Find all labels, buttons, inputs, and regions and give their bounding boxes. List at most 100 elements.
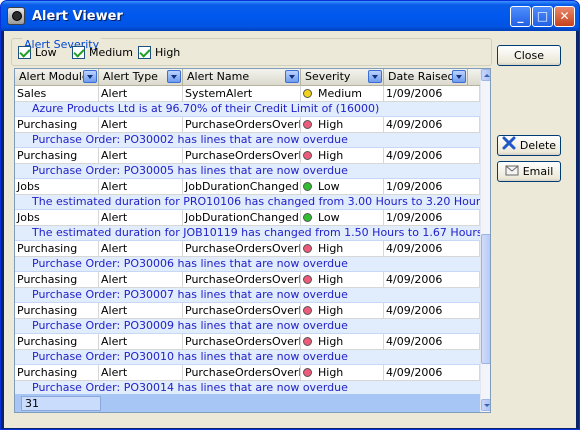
cell-severity: High <box>301 148 384 164</box>
table-row[interactable]: Jobs Alert JobDurationChanged Low 1/09/2006 T… <box>15 210 480 241</box>
chevron-down-icon[interactable] <box>368 70 382 83</box>
severity-label: Low <box>318 180 340 193</box>
column-header-label: Alert Name <box>187 70 250 83</box>
cell-alert-module: Sales <box>15 86 99 102</box>
table-row[interactable]: PurchasingAlertPurchaseOrdersOverDue High… <box>15 365 480 396</box>
alert-message: Purchase Order: PO30010 has lines that a… <box>15 350 480 365</box>
column-header-alert-module[interactable]: Alert Module <box>15 69 99 85</box>
cell-severity: Medium <box>301 86 384 102</box>
cell-date-raised: 4/09/2006 <box>384 241 480 257</box>
scroll-up-icon[interactable] <box>481 69 490 81</box>
cell-severity: Low <box>301 210 384 226</box>
severity-label: Low <box>318 211 340 224</box>
close-button-label: Close <box>514 49 544 62</box>
cell-alert-type: Alert <box>99 334 183 350</box>
severity-high-icon <box>303 120 312 129</box>
cell-severity: High <box>301 365 384 381</box>
cell-date-raised: 4/09/2006 <box>384 334 480 350</box>
email-button[interactable]: Email <box>497 161 561 182</box>
chevron-down-icon[interactable] <box>452 70 466 83</box>
severity-label: High <box>318 366 344 379</box>
column-header-date-raised[interactable]: Date Raised <box>384 69 468 85</box>
severity-high-icon <box>303 151 312 160</box>
maximize-button[interactable]: □ <box>532 6 553 27</box>
alert-message: The estimated duration for PRO10106 has … <box>15 195 480 210</box>
medium-severity-checkbox[interactable]: Medium <box>72 45 133 59</box>
table-row[interactable]: PurchasingAlertPurchaseOrdersOverDue High… <box>15 334 480 365</box>
severity-low-icon <box>303 213 312 222</box>
column-header-label: Severity <box>305 70 351 83</box>
alert-message: Azure Products Ltd is at 96.70% of their… <box>15 102 480 117</box>
severity-high-icon <box>303 337 312 346</box>
window-title: Alert Viewer <box>32 9 123 24</box>
cell-date-raised: 4/09/2006 <box>384 117 480 133</box>
table-row[interactable]: Sales Alert SystemAlert Medium 1/09/2006 Azur… <box>15 86 480 117</box>
severity-medium-icon <box>303 89 312 98</box>
cell-alert-name: SystemAlert <box>183 86 301 102</box>
cell-alert-module: Purchasing <box>15 148 99 164</box>
high-checkbox-box[interactable] <box>138 45 151 59</box>
table-row[interactable]: PurchasingAlertPurchaseOrdersOverDue High… <box>15 241 480 272</box>
minimize-button[interactable]: _ <box>510 6 531 27</box>
table-row[interactable]: PurchasingAlertPurchaseOrdersOverDue High… <box>15 117 480 148</box>
delete-icon <box>502 136 516 156</box>
table-row[interactable]: PurchasingAlertPurchaseOrdersOverDue High… <box>15 148 480 179</box>
cell-severity: High <box>301 334 384 350</box>
alerts-grid[interactable]: Alert Module Alert Type Alert Name Sever… <box>14 68 491 413</box>
grid-rows: Sales Alert SystemAlert Medium 1/09/2006 Azur… <box>15 86 480 396</box>
cell-alert-type: Alert <box>99 241 183 257</box>
chevron-down-icon[interactable] <box>285 70 299 83</box>
cell-alert-module: Purchasing <box>15 272 99 288</box>
cell-alert-type: Alert <box>99 303 183 319</box>
table-row[interactable]: PurchasingAlertPurchaseOrdersOverDue High… <box>15 303 480 334</box>
low-severity-checkbox[interactable]: Low <box>18 45 57 59</box>
cell-alert-name: PurchaseOrdersOverDue <box>183 334 301 350</box>
column-header-severity[interactable]: Severity <box>301 69 384 85</box>
column-header-label: Date Raised <box>388 70 455 83</box>
cell-alert-type: Alert <box>99 86 183 102</box>
cell-date-raised: 4/09/2006 <box>384 365 480 381</box>
alert-viewer-window: Alert Viewer _ □ ✕ Alert Severity Low Me… <box>0 0 580 430</box>
cell-alert-name: PurchaseOrdersOverDue <box>183 303 301 319</box>
cell-alert-type: Alert <box>99 148 183 164</box>
alert-message: Purchase Order: PO30009 has lines that a… <box>15 319 480 334</box>
delete-button-label: Delete <box>519 139 557 152</box>
scroll-down-icon[interactable] <box>481 399 490 411</box>
cell-alert-module: Purchasing <box>15 117 99 133</box>
cell-alert-type: Alert <box>99 210 183 226</box>
chevron-down-icon[interactable] <box>83 70 97 83</box>
close-window-button[interactable]: ✕ <box>554 6 575 27</box>
table-row[interactable]: Jobs Alert JobDurationChanged Low 1/09/2006 T… <box>15 179 480 210</box>
cell-severity: High <box>301 241 384 257</box>
email-icon <box>505 163 519 182</box>
chevron-down-icon[interactable] <box>167 70 181 83</box>
vertical-scrollbar[interactable] <box>480 69 490 412</box>
cell-alert-module: Purchasing <box>15 241 99 257</box>
cell-alert-name: PurchaseOrdersOverDue <box>183 272 301 288</box>
column-header-label: Alert Module <box>19 70 89 83</box>
severity-label: High <box>318 118 344 131</box>
cell-alert-name: JobDurationChanged <box>183 179 301 195</box>
severity-label: Medium <box>318 87 362 100</box>
column-header-alert-name[interactable]: Alert Name <box>183 69 301 85</box>
app-icon <box>7 7 25 25</box>
scroll-thumb[interactable] <box>481 234 490 364</box>
delete-button[interactable]: Delete <box>497 135 561 156</box>
high-severity-checkbox[interactable]: High <box>138 45 180 59</box>
medium-checkbox-box[interactable] <box>72 45 85 59</box>
cell-severity: High <box>301 303 384 319</box>
column-header-alert-type[interactable]: Alert Type <box>99 69 183 85</box>
severity-high-icon <box>303 306 312 315</box>
severity-label: High <box>318 149 344 162</box>
cell-alert-type: Alert <box>99 117 183 133</box>
table-row[interactable]: PurchasingAlertPurchaseOrdersOverDue High… <box>15 272 480 303</box>
record-count: 31 <box>21 396 101 411</box>
close-button[interactable]: Close <box>497 45 561 66</box>
cell-alert-type: Alert <box>99 272 183 288</box>
low-checkbox-box[interactable] <box>18 45 31 59</box>
severity-high-icon <box>303 244 312 253</box>
cell-alert-module: Jobs <box>15 179 99 195</box>
cell-alert-name: PurchaseOrdersOverDue <box>183 148 301 164</box>
alert-message: The estimated duration for JOB10119 has … <box>15 226 480 241</box>
title-bar[interactable]: Alert Viewer _ □ ✕ <box>1 1 579 31</box>
